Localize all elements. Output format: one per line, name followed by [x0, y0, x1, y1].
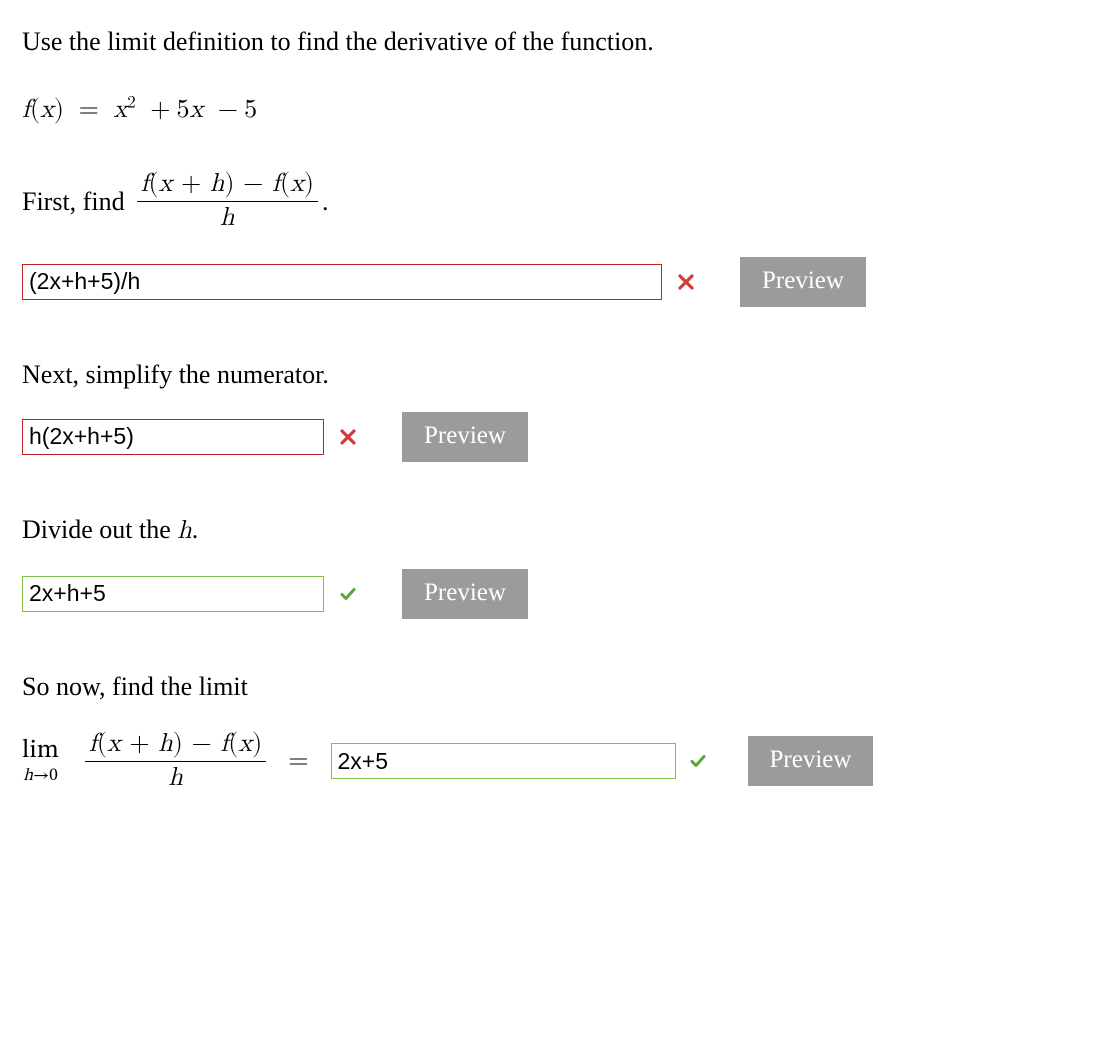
const-5: 5 [244, 97, 257, 123]
function-definition: f(x) = x2 +5x −5 [22, 95, 1094, 126]
q4-preview-button[interactable]: Preview [748, 736, 874, 786]
step1-suffix: . [322, 186, 329, 217]
lim-var-h: h [23, 768, 33, 785]
lim-val: 0 [49, 768, 57, 785]
coeff-5: 5 [177, 97, 190, 123]
limit-operator: lim h→0 [22, 738, 59, 785]
var-x-sq: x [113, 97, 127, 123]
q3-preview-button[interactable]: Preview [402, 569, 528, 619]
wrong-icon [338, 427, 358, 447]
lim-word: lim [22, 738, 59, 764]
var-h-step3: h [177, 518, 191, 544]
eq-sign-limit: = [288, 746, 308, 777]
arrow-icon: → [33, 768, 49, 785]
eq-sign: = [79, 97, 99, 123]
q3-row: Preview [22, 569, 1094, 619]
q4-input[interactable] [331, 743, 676, 779]
step3-prefix: Divide out the [22, 515, 177, 544]
check-icon [338, 584, 358, 604]
difference-quotient-frac: f(x + h) − f(x) h [137, 170, 318, 232]
q1-input[interactable] [22, 264, 662, 300]
q2-preview-button[interactable]: Preview [402, 412, 528, 462]
step1-prefix: First, find [22, 186, 125, 217]
step3-prompt: Divide out the h. [22, 514, 1094, 547]
check-icon [688, 751, 708, 771]
plus-1: + [150, 97, 170, 123]
q1-row: Preview [22, 257, 1094, 307]
minus: − [218, 97, 238, 123]
step4-prompt: So now, find the limit [22, 671, 1094, 702]
q3-input[interactable] [22, 576, 324, 612]
fn-f: f [22, 97, 30, 123]
exp-2: 2 [127, 95, 135, 112]
var-x-lhs: x [40, 97, 54, 123]
q2-input[interactable] [22, 419, 324, 455]
step1-prompt: First, find f(x + h) − f(x) h . [22, 170, 1094, 232]
step3-suffix: . [192, 515, 199, 544]
intro-text: Use the limit definition to find the der… [22, 26, 1094, 57]
frac-den-h: h [220, 205, 234, 231]
wrong-icon [676, 272, 696, 292]
step2-prompt: Next, simplify the numerator. [22, 359, 1094, 390]
q4-row: lim h→0 f(x + h) − f(x) h = Preview [22, 730, 1094, 792]
var-x-lin: x [190, 97, 204, 123]
limit-frac: f(x + h) − f(x) h [85, 730, 266, 792]
q1-preview-button[interactable]: Preview [740, 257, 866, 307]
q2-row: Preview [22, 412, 1094, 462]
